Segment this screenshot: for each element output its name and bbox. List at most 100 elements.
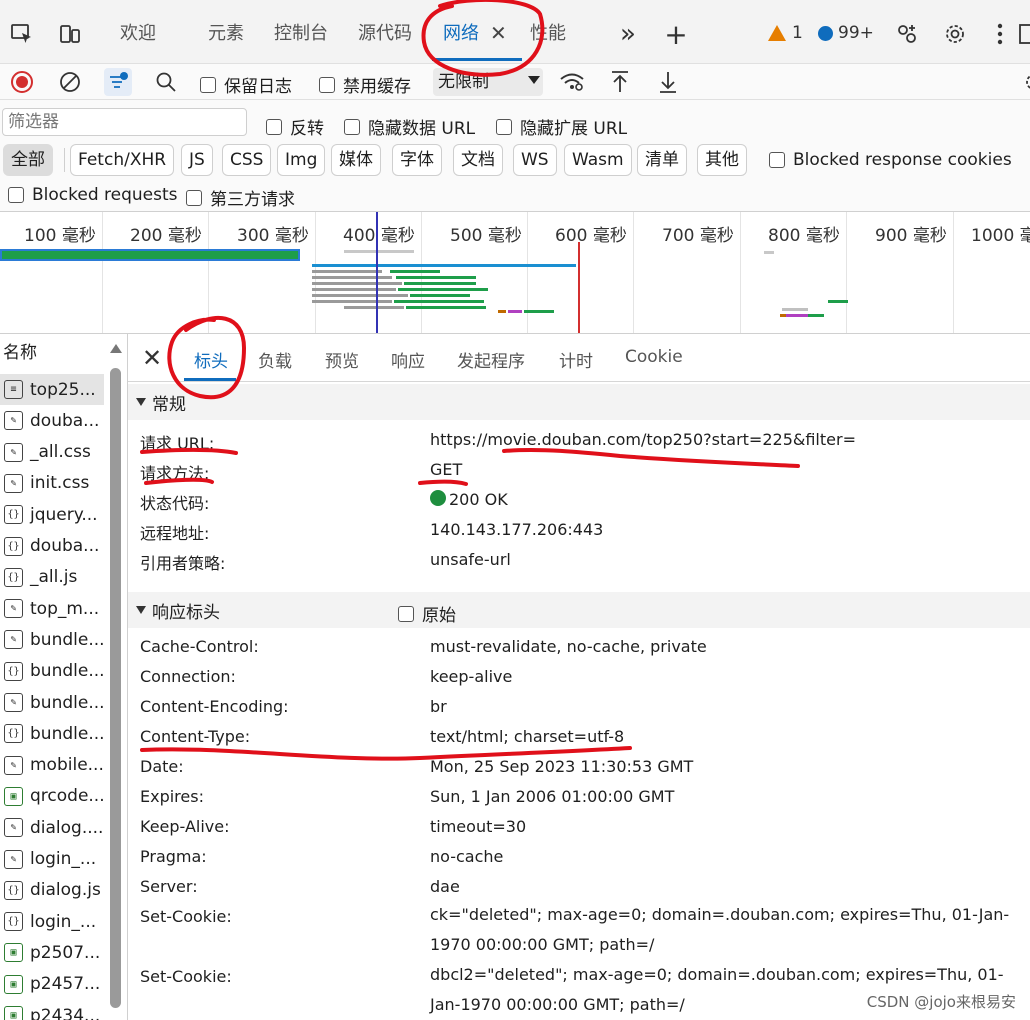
tab-payload[interactable]: 负载 bbox=[258, 347, 292, 372]
request-row[interactable]: ▣ p2457... bbox=[0, 969, 104, 1000]
request-row[interactable]: ✎ douba... bbox=[0, 405, 104, 436]
request-row[interactable]: ✎ mobile... bbox=[0, 750, 104, 781]
general-header-value[interactable]: https://movie.douban.com/top250?start=22… bbox=[430, 430, 856, 449]
device-emulation-icon[interactable] bbox=[56, 20, 84, 48]
filter-type-all[interactable]: 全部 bbox=[3, 144, 53, 176]
request-row[interactable]: ✎ _all.css bbox=[0, 437, 104, 468]
request-row[interactable]: ▣ qrcode... bbox=[0, 781, 104, 812]
request-row[interactable]: ✎ dialog.... bbox=[0, 812, 104, 843]
request-row[interactable]: ✎ init.css bbox=[0, 468, 104, 499]
import-har-icon[interactable] bbox=[606, 68, 634, 96]
response-header-value[interactable]: ck="deleted"; max-age=0; domain=.douban.… bbox=[430, 900, 1010, 960]
third-party-requests-checkbox[interactable]: 第三方请求 bbox=[186, 185, 295, 210]
general-header-value[interactable]: unsafe-url bbox=[430, 550, 511, 569]
checkbox-box[interactable] bbox=[200, 76, 216, 93]
request-row[interactable]: ✎ bundle... bbox=[0, 687, 104, 718]
close-tab-icon[interactable]: ✕ bbox=[490, 20, 507, 46]
response-headers-section-header[interactable]: 响应标头 原始 bbox=[128, 592, 1030, 628]
response-header-value[interactable]: keep-alive bbox=[430, 667, 512, 686]
filter-type-wasm[interactable]: Wasm bbox=[564, 144, 632, 176]
network-conditions-icon[interactable] bbox=[558, 68, 586, 96]
checkbox-box[interactable] bbox=[398, 605, 414, 622]
filter-type-fetch-xhr[interactable]: Fetch/XHR bbox=[70, 144, 175, 176]
general-header-value[interactable]: 140.143.177.206:443 bbox=[430, 520, 603, 539]
response-header-value[interactable]: dae bbox=[430, 877, 460, 896]
request-row[interactable]: ▣ p2434... bbox=[0, 1000, 104, 1020]
name-column-scrollbar[interactable] bbox=[108, 344, 122, 1020]
tab-timing[interactable]: 计时 bbox=[559, 347, 593, 372]
checkbox-box[interactable] bbox=[319, 76, 335, 93]
hide-extension-urls-checkbox[interactable]: 隐藏扩展 URL bbox=[496, 114, 627, 139]
filter-input[interactable]: 筛选器 bbox=[2, 108, 247, 136]
response-header-value[interactable]: no-cache bbox=[430, 847, 503, 866]
checkbox-box[interactable] bbox=[769, 152, 785, 168]
close-details-icon[interactable]: ✕ bbox=[142, 344, 162, 372]
response-header-value[interactable]: Sun, 1 Jan 2006 01:00:00 GMT bbox=[430, 787, 674, 806]
scroll-up-arrow-icon[interactable] bbox=[110, 344, 122, 353]
settings-gear-icon[interactable] bbox=[941, 20, 969, 48]
tab-performance[interactable]: 性能 bbox=[530, 20, 566, 48]
request-row[interactable]: {} bundle... bbox=[0, 656, 104, 687]
add-tab-icon[interactable]: + bbox=[662, 18, 690, 51]
response-header-value[interactable]: timeout=30 bbox=[430, 817, 526, 836]
filter-type-other[interactable]: 其他 bbox=[697, 144, 747, 176]
checkbox-box[interactable] bbox=[8, 187, 24, 203]
filter-type-css[interactable]: CSS bbox=[222, 144, 272, 176]
tab-initiator[interactable]: 发起程序 bbox=[457, 347, 525, 372]
general-header-value[interactable]: GET bbox=[430, 460, 462, 479]
clear-icon[interactable] bbox=[56, 68, 84, 96]
filter-toggle-icon[interactable] bbox=[104, 68, 132, 96]
request-row[interactable]: ✎ top_m... bbox=[0, 593, 104, 624]
blocked-requests-checkbox[interactable]: Blocked requests bbox=[8, 185, 178, 205]
tab-elements[interactable]: 元素 bbox=[208, 20, 244, 48]
request-row[interactable]: {} _all.js bbox=[0, 562, 104, 593]
request-row[interactable]: ▣ p2507... bbox=[0, 937, 104, 968]
messages-badge[interactable]: 99+ bbox=[818, 23, 874, 43]
general-section-header[interactable]: 常规 bbox=[128, 384, 1030, 420]
record-icon[interactable] bbox=[8, 68, 36, 96]
response-header-value[interactable]: br bbox=[430, 697, 447, 716]
scrollbar-thumb[interactable] bbox=[110, 368, 121, 1008]
tab-sources[interactable]: 源代码 bbox=[358, 20, 412, 48]
more-options-icon[interactable] bbox=[986, 20, 1014, 48]
export-har-icon[interactable] bbox=[654, 68, 682, 96]
tab-response[interactable]: 响应 bbox=[391, 347, 425, 372]
request-row[interactable]: {} bundle... bbox=[0, 718, 104, 749]
request-row[interactable]: {} dialog.js bbox=[0, 875, 104, 906]
filter-type-manifest[interactable]: 清单 bbox=[637, 144, 687, 176]
tab-network[interactable]: 网络 bbox=[443, 20, 479, 48]
name-column-header[interactable]: 名称 bbox=[0, 334, 106, 372]
feedback-icon[interactable] bbox=[893, 20, 921, 48]
filter-type-doc[interactable]: 文档 bbox=[453, 144, 503, 176]
request-row[interactable]: {} jquery... bbox=[0, 499, 104, 530]
request-row[interactable]: ✎ login_... bbox=[0, 844, 104, 875]
general-header-value[interactable]: 200 OK bbox=[430, 490, 508, 509]
preserve-log-checkbox[interactable]: 保留日志 bbox=[200, 72, 292, 97]
inspect-element-icon[interactable] bbox=[8, 20, 36, 48]
blocked-response-cookies-checkbox[interactable]: Blocked response cookies bbox=[769, 150, 1012, 170]
checkbox-box[interactable] bbox=[344, 118, 360, 135]
filter-type-js[interactable]: JS bbox=[181, 144, 213, 176]
more-tabs-icon[interactable]: » bbox=[614, 19, 642, 49]
timeline-overview[interactable]: 100 毫秒 200 毫秒 300 毫秒 400 毫秒 500 毫秒 600 毫… bbox=[0, 212, 1030, 334]
filter-type-font[interactable]: 字体 bbox=[392, 144, 442, 176]
tab-welcome[interactable]: 欢迎 bbox=[120, 20, 156, 48]
tab-cookies[interactable]: Cookie bbox=[625, 347, 683, 367]
response-header-value[interactable]: text/html; charset=utf-8 bbox=[430, 727, 624, 746]
response-header-value[interactable]: must-revalidate, no-cache, private bbox=[430, 637, 707, 656]
request-row[interactable]: ≡ top25... bbox=[0, 374, 104, 405]
checkbox-box[interactable] bbox=[266, 118, 282, 135]
hide-data-urls-checkbox[interactable]: 隐藏数据 URL bbox=[344, 114, 475, 139]
network-settings-gear-icon[interactable] bbox=[1020, 68, 1030, 96]
throttling-select[interactable]: 无限制 bbox=[433, 68, 543, 96]
tab-console[interactable]: 控制台 bbox=[274, 20, 328, 48]
tab-preview[interactable]: 预览 bbox=[325, 347, 359, 372]
tab-headers[interactable]: 标头 bbox=[194, 347, 228, 372]
search-icon[interactable] bbox=[152, 68, 180, 96]
request-row[interactable]: {} login_... bbox=[0, 906, 104, 937]
response-header-value[interactable]: Mon, 25 Sep 2023 11:30:53 GMT bbox=[430, 757, 693, 776]
invert-checkbox[interactable]: 反转 bbox=[266, 114, 324, 139]
raw-headers-checkbox[interactable]: 原始 bbox=[398, 601, 456, 626]
filter-type-ws[interactable]: WS bbox=[513, 144, 557, 176]
request-row[interactable]: {} douba... bbox=[0, 531, 104, 562]
